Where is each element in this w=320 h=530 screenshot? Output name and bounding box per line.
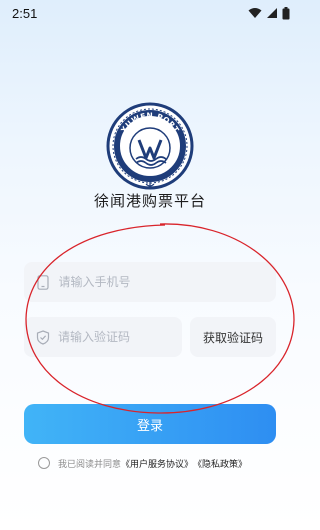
- privacy-policy-link[interactable]: 《隐私政策》: [193, 457, 247, 470]
- user-agreement-link[interactable]: 《用户服务协议》: [121, 457, 193, 470]
- verification-code-input[interactable]: [58, 330, 182, 344]
- phone-field[interactable]: [24, 262, 276, 302]
- status-time: 2:51: [12, 5, 38, 21]
- cellular-signal-icon: [267, 8, 277, 18]
- phone-icon: [36, 274, 51, 290]
- wifi-icon: [248, 8, 262, 18]
- battery-icon: [282, 6, 290, 19]
- agreement-row: 我已阅读并同意 《用户服务协议》 《隐私政策》: [38, 456, 247, 470]
- phone-input[interactable]: [58, 275, 276, 289]
- verification-code-field[interactable]: [24, 317, 182, 357]
- status-icons: [248, 6, 290, 20]
- status-bar: 2:51: [0, 0, 300, 26]
- login-button[interactable]: 登录: [24, 404, 276, 444]
- agreement-checkbox[interactable]: [38, 457, 50, 469]
- agreement-prefix: 我已阅读并同意: [58, 459, 122, 470]
- shield-icon: [36, 329, 50, 345]
- get-code-button[interactable]: 获取验证码: [190, 317, 276, 357]
- app-title: 徐闻港购票平台: [93, 192, 206, 210]
- port-logo-icon: XUWEN PORT: [106, 102, 194, 190]
